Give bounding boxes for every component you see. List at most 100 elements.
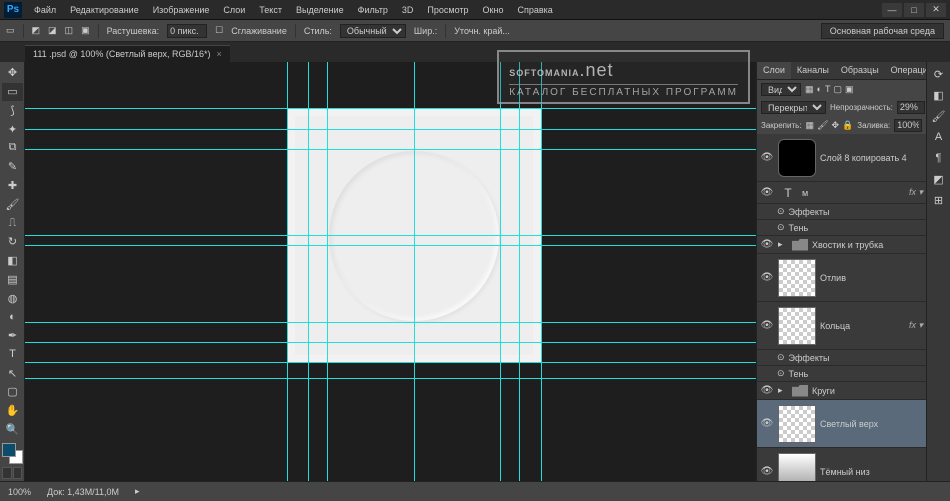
filter-adjust-icon[interactable]: ◐ — [817, 84, 822, 95]
tab-channels[interactable]: Каналы — [791, 62, 835, 79]
guide-vertical[interactable] — [327, 62, 328, 481]
crop-tool[interactable]: ⧉ — [2, 139, 23, 157]
layer-thumbnail[interactable] — [778, 453, 816, 482]
guide-horizontal[interactable] — [25, 245, 756, 246]
eraser-tool[interactable]: ◧ — [2, 252, 23, 270]
pen-tool[interactable]: ✒ — [2, 327, 23, 345]
expand-arrow-icon[interactable]: ▸ — [778, 239, 788, 250]
guide-horizontal[interactable] — [25, 342, 756, 343]
doc-size[interactable]: Док: 1,43M/11,0M — [47, 487, 119, 497]
color-panel-icon[interactable]: ◧ — [929, 85, 948, 105]
layer-name[interactable]: Кольца — [820, 321, 905, 331]
layers-list[interactable]: 👁 Слой 8 копировать 4 👁Tмfx ▾⊙Эффекты⊙Тень… — [757, 134, 926, 481]
menu-select[interactable]: Выделение — [290, 3, 350, 17]
layer-item[interactable]: 👁 Тёмный низ — [757, 448, 926, 481]
layer-item[interactable]: ⊙Тень — [757, 220, 926, 236]
expand-arrow-icon[interactable]: ▸ — [778, 385, 788, 396]
lock-trans-icon[interactable]: ▦ — [806, 120, 815, 131]
layer-name[interactable]: Хвостик и трубка — [812, 240, 923, 250]
style-select[interactable]: Обычный — [340, 24, 406, 38]
history-brush-tool[interactable]: ↻ — [2, 233, 23, 251]
guide-vertical[interactable] — [287, 62, 288, 481]
hand-tool[interactable]: ✋ — [2, 402, 23, 420]
layer-item[interactable]: 👁▸Хвостик и трубка — [757, 236, 926, 254]
shape-tool[interactable]: ▢ — [2, 383, 23, 401]
feather-input[interactable] — [167, 24, 207, 38]
layer-name[interactable]: м — [802, 188, 905, 198]
lasso-tool[interactable]: ⟆ — [2, 102, 23, 120]
lock-pixels-icon[interactable]: 🖌 — [817, 120, 828, 131]
layer-name[interactable]: Эффекты — [789, 353, 923, 363]
guide-vertical[interactable] — [308, 62, 309, 481]
opacity-input[interactable] — [897, 101, 925, 114]
nav-panel-icon[interactable]: ⊞ — [929, 190, 948, 210]
layer-name[interactable]: Тёмный низ — [820, 467, 923, 477]
menu-file[interactable]: Файл — [28, 3, 62, 17]
layer-item[interactable]: 👁Tмfx ▾ — [757, 182, 926, 204]
move-tool[interactable]: ✥ — [2, 64, 23, 82]
maximize-button[interactable]: □ — [904, 3, 924, 17]
lock-all-icon[interactable]: 🔒 — [842, 120, 853, 131]
menu-view[interactable]: Просмотр — [421, 3, 474, 17]
antialias-checkbox[interactable]: ☐ — [215, 25, 223, 36]
heal-tool[interactable]: ✚ — [2, 177, 23, 195]
stamp-tool[interactable]: ⎍ — [2, 214, 23, 232]
visibility-toggle-icon[interactable]: 👁 — [760, 187, 774, 198]
close-button[interactable]: ✕ — [926, 3, 946, 17]
refine-edge-button[interactable]: Уточн. край... — [454, 26, 510, 36]
layer-item[interactable]: 👁Кольцаfx ▾ — [757, 302, 926, 350]
layer-thumbnail[interactable] — [778, 307, 816, 345]
dodge-tool[interactable]: ◐ — [2, 308, 23, 326]
layer-item[interactable]: 👁 Слой 8 копировать 4 — [757, 134, 926, 182]
guide-horizontal[interactable] — [25, 235, 756, 236]
layer-item[interactable]: ⊙Эффекты — [757, 204, 926, 220]
layer-item[interactable]: 👁Отлив — [757, 254, 926, 302]
visibility-toggle-icon[interactable]: 👁 — [760, 152, 774, 163]
filter-pixel-icon[interactable]: ▦ — [805, 84, 814, 95]
layer-name[interactable]: Тень — [789, 223, 923, 233]
tab-close-icon[interactable]: × — [217, 49, 222, 59]
wand-tool[interactable]: ✦ — [2, 120, 23, 138]
fill-input[interactable] — [894, 119, 922, 132]
layer-item[interactable]: 👁 ▸ Круги — [757, 382, 926, 400]
layer-name[interactable]: Светлый верх — [820, 419, 923, 429]
marquee-tool-icon[interactable]: ▭ — [6, 25, 15, 36]
gradient-tool[interactable]: ▤ — [2, 270, 23, 288]
guide-horizontal[interactable] — [25, 322, 756, 323]
menu-filter[interactable]: Фильтр — [352, 3, 394, 17]
guide-horizontal[interactable] — [25, 362, 756, 363]
menu-image[interactable]: Изображение — [147, 3, 216, 17]
guide-horizontal[interactable] — [25, 108, 756, 109]
fg-color-swatch[interactable] — [2, 443, 16, 457]
layer-name[interactable]: Слой 8 копировать 4 — [820, 153, 923, 163]
minimize-button[interactable]: — — [882, 3, 902, 17]
blend-mode-select[interactable]: Перекрытие — [761, 101, 826, 114]
guide-vertical[interactable] — [414, 62, 415, 481]
visibility-toggle-icon[interactable]: 👁 — [760, 466, 774, 477]
color-swatches[interactable] — [2, 443, 23, 464]
guide-vertical[interactable] — [519, 62, 520, 481]
status-arrow-icon[interactable]: ▸ — [135, 486, 140, 497]
type-tool[interactable]: T — [2, 345, 23, 363]
char-panel-icon[interactable]: A — [929, 127, 948, 147]
menu-help[interactable]: Справка — [511, 3, 558, 17]
filter-shape-icon[interactable]: ▢ — [833, 84, 842, 95]
layer-item[interactable]: 👁 Светлый верх — [757, 400, 926, 448]
guide-vertical[interactable] — [541, 62, 542, 481]
layer-thumbnail[interactable] — [778, 139, 816, 177]
tab-layers[interactable]: Слои — [757, 62, 791, 79]
layer-name[interactable]: Круги — [812, 386, 923, 396]
guide-vertical[interactable] — [500, 62, 501, 481]
visibility-toggle-icon[interactable]: 👁 — [760, 385, 774, 396]
quick-mask-toggle[interactable] — [2, 467, 22, 479]
menu-layers[interactable]: Слои — [217, 3, 251, 17]
path-tool[interactable]: ↖ — [2, 364, 23, 382]
zoom-tool[interactable]: 🔍 — [2, 421, 23, 439]
selection-sub-icon[interactable]: ◫ — [65, 25, 74, 36]
history-panel-icon[interactable]: ⟳ — [929, 64, 948, 84]
selection-mode-icon[interactable]: ◩ — [32, 25, 41, 36]
layer-thumbnail[interactable] — [778, 405, 816, 443]
marquee-tool[interactable]: ▭ — [2, 83, 23, 101]
tab-swatches[interactable]: Образцы — [835, 62, 885, 79]
visibility-toggle-icon[interactable]: 👁 — [760, 418, 774, 429]
